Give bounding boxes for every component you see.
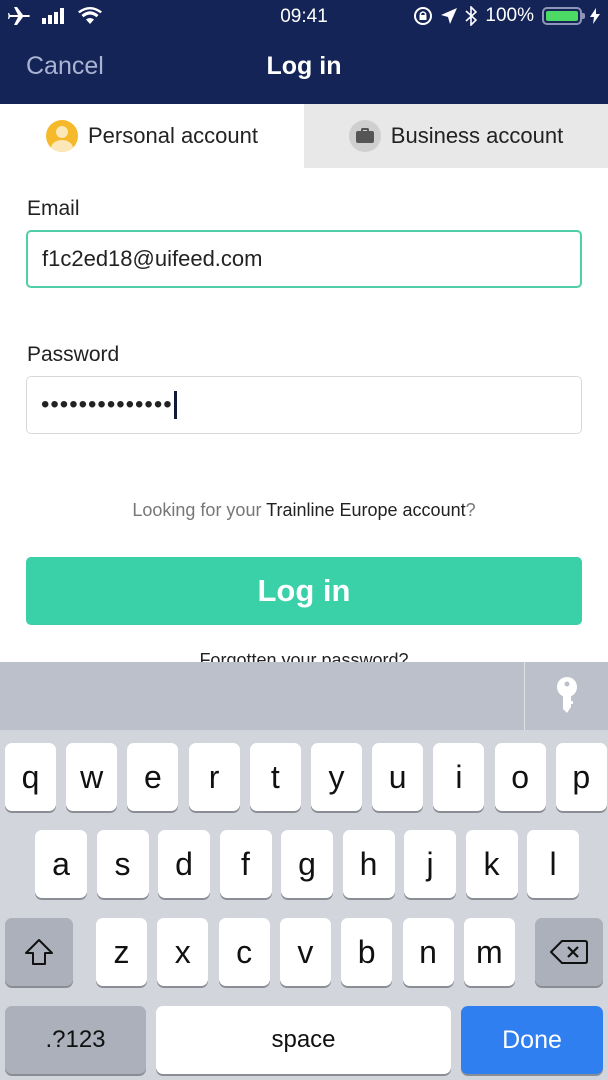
letter-key[interactable]: f: [219, 830, 272, 898]
shift-key[interactable]: [5, 918, 73, 986]
letter-key[interactable]: i: [433, 743, 485, 811]
letter-key[interactable]: m: [463, 918, 515, 986]
letter-key[interactable]: y: [311, 743, 362, 811]
navigation-header: 09:41 100% Cancel Log in: [0, 0, 608, 104]
text-cursor: [173, 391, 177, 419]
tab-label: Personal account: [88, 123, 258, 148]
on-screen-keyboard: qwertyuiop asdfghjkl zxcvbnm .?123 space…: [0, 730, 608, 1080]
account-type-tabs: Personal account Business account: [0, 104, 608, 168]
password-label: Password: [27, 343, 120, 366]
letter-key[interactable]: g: [281, 830, 333, 898]
done-key[interactable]: Done: [461, 1006, 603, 1074]
letter-key[interactable]: o: [494, 743, 546, 811]
briefcase-icon: [348, 120, 381, 152]
letter-key[interactable]: v: [279, 918, 331, 986]
letter-key[interactable]: a: [35, 830, 87, 898]
email-value: f1c2ed18@uifeed.com: [42, 246, 263, 271]
login-screen: 09:41 100% Cancel Log in Personal accoun…: [0, 0, 608, 1080]
status-bar: 09:41 100%: [0, 0, 608, 34]
email-label: Email: [27, 197, 80, 220]
battery-level: [546, 11, 578, 21]
email-field[interactable]: f1c2ed18@uifeed.com: [26, 230, 582, 288]
letter-key[interactable]: u: [372, 743, 424, 811]
letter-key[interactable]: b: [341, 918, 393, 986]
letter-key[interactable]: d: [158, 830, 210, 898]
password-value: ••••••••••••••: [41, 391, 173, 418]
letter-key[interactable]: n: [402, 918, 454, 986]
battery-percent: 100%: [485, 5, 534, 26]
battery-icon: [542, 7, 585, 25]
letter-key[interactable]: h: [342, 830, 395, 898]
letter-key[interactable]: p: [555, 743, 607, 811]
letter-key[interactable]: t: [249, 743, 301, 811]
page-title: Log in: [266, 52, 342, 80]
letter-key[interactable]: j: [404, 830, 456, 898]
bluetooth-icon: [465, 6, 478, 26]
letter-key[interactable]: e: [127, 743, 179, 811]
key-icon: [556, 677, 577, 713]
backspace-icon: [550, 940, 588, 964]
letter-key[interactable]: z: [96, 918, 147, 986]
tab-business-account[interactable]: Business account: [304, 104, 608, 168]
letter-key[interactable]: s: [96, 830, 149, 898]
trainline-europe-hint: Looking for your Trainline Europe accoun…: [0, 500, 608, 521]
letter-key[interactable]: r: [188, 743, 240, 811]
shift-icon: [25, 939, 53, 965]
status-right: 100%: [413, 5, 600, 27]
password-field[interactable]: ••••••••••••••: [26, 376, 582, 434]
location-icon: [441, 8, 458, 24]
charging-icon: [590, 8, 600, 24]
letter-key[interactable]: q: [5, 743, 56, 811]
person-icon: [46, 120, 78, 152]
space-key[interactable]: space: [156, 1006, 451, 1074]
tab-personal-account[interactable]: Personal account: [0, 104, 304, 168]
tab-label: Business account: [390, 123, 564, 148]
letter-key[interactable]: x: [157, 918, 209, 986]
hint-prefix: Looking for your: [132, 500, 267, 520]
password-autofill-button[interactable]: [525, 662, 608, 730]
numbers-key[interactable]: .?123: [5, 1006, 146, 1074]
letter-key[interactable]: c: [218, 918, 270, 986]
backspace-key[interactable]: [535, 918, 603, 986]
hint-suffix: ?: [465, 500, 476, 520]
letter-key[interactable]: k: [465, 830, 518, 898]
keyboard-accessory-bar: [0, 662, 608, 730]
log-in-button[interactable]: Log in: [26, 557, 582, 625]
trainline-europe-link[interactable]: Trainline Europe account: [266, 500, 465, 520]
letter-key[interactable]: w: [66, 743, 118, 811]
rotation-lock-icon: [414, 7, 433, 25]
letter-key[interactable]: l: [527, 830, 579, 898]
